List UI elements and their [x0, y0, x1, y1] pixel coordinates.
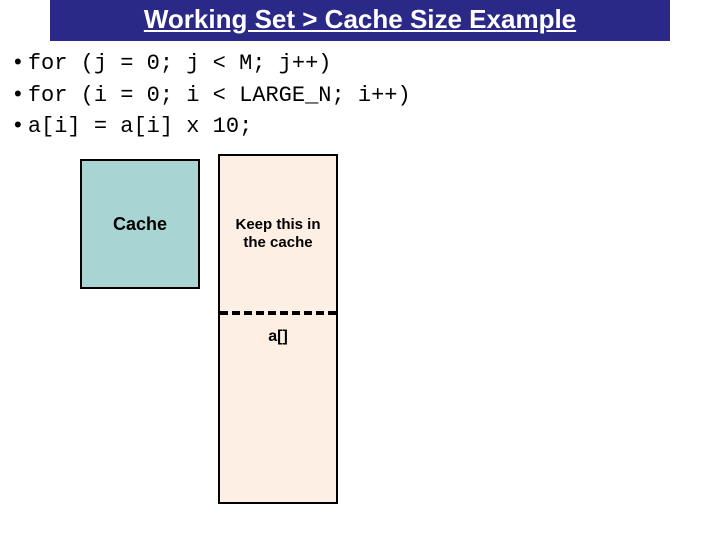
code-text-2: for (i = 0; i < LARGE_N; i++) — [28, 83, 411, 108]
array-top-region: Keep this in the cache — [220, 156, 336, 311]
code-line-1: for (j = 0; j < M; j++) — [14, 47, 720, 79]
slide-title: Working Set > Cache Size Example — [50, 0, 670, 41]
diagram-area: Cache Keep this in the cache a[] — [0, 154, 720, 514]
array-label: a[] — [220, 328, 336, 346]
code-text-1: for (j = 0; j < M; j++) — [28, 51, 332, 76]
code-line-3: a[i] = a[i] x 10; — [14, 110, 720, 142]
code-block: for (j = 0; j < M; j++) for (i = 0; i < … — [0, 41, 720, 142]
code-line-2: for (i = 0; i < LARGE_N; i++) — [14, 79, 720, 111]
dashed-divider — [220, 311, 336, 315]
array-box: Keep this in the cache a[] — [218, 154, 338, 504]
code-text-3: a[i] = a[i] x 10; — [28, 114, 252, 139]
cache-label: Cache — [113, 214, 167, 235]
cache-box: Cache — [80, 159, 200, 289]
array-top-text: Keep this in the cache — [226, 216, 330, 252]
